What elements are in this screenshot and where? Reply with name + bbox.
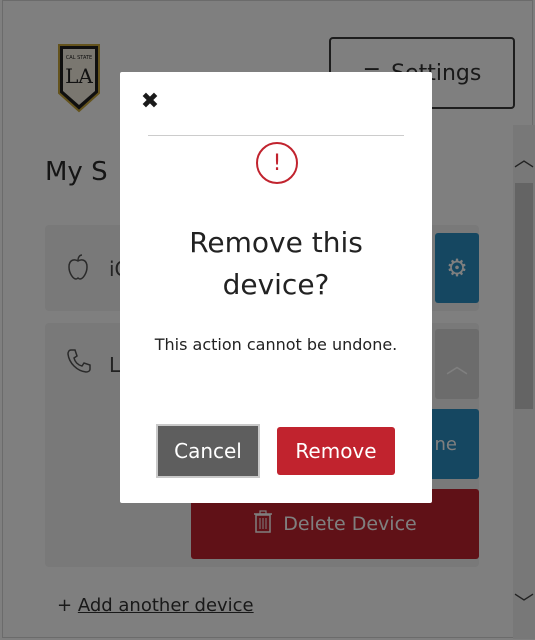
exclamation-icon: ! (256, 142, 298, 184)
dialog-title: Remove this device? (189, 226, 363, 301)
remove-button[interactable]: Remove (277, 427, 395, 475)
cancel-button[interactable]: Cancel (156, 424, 260, 478)
dialog-message: This action cannot be undone. (154, 335, 398, 354)
remove-device-dialog: ✖ ! Remove this device? This action cann… (120, 72, 432, 503)
close-icon[interactable]: ✖ (138, 90, 162, 114)
divider (148, 135, 404, 136)
exclamation-glyph: ! (272, 150, 282, 176)
